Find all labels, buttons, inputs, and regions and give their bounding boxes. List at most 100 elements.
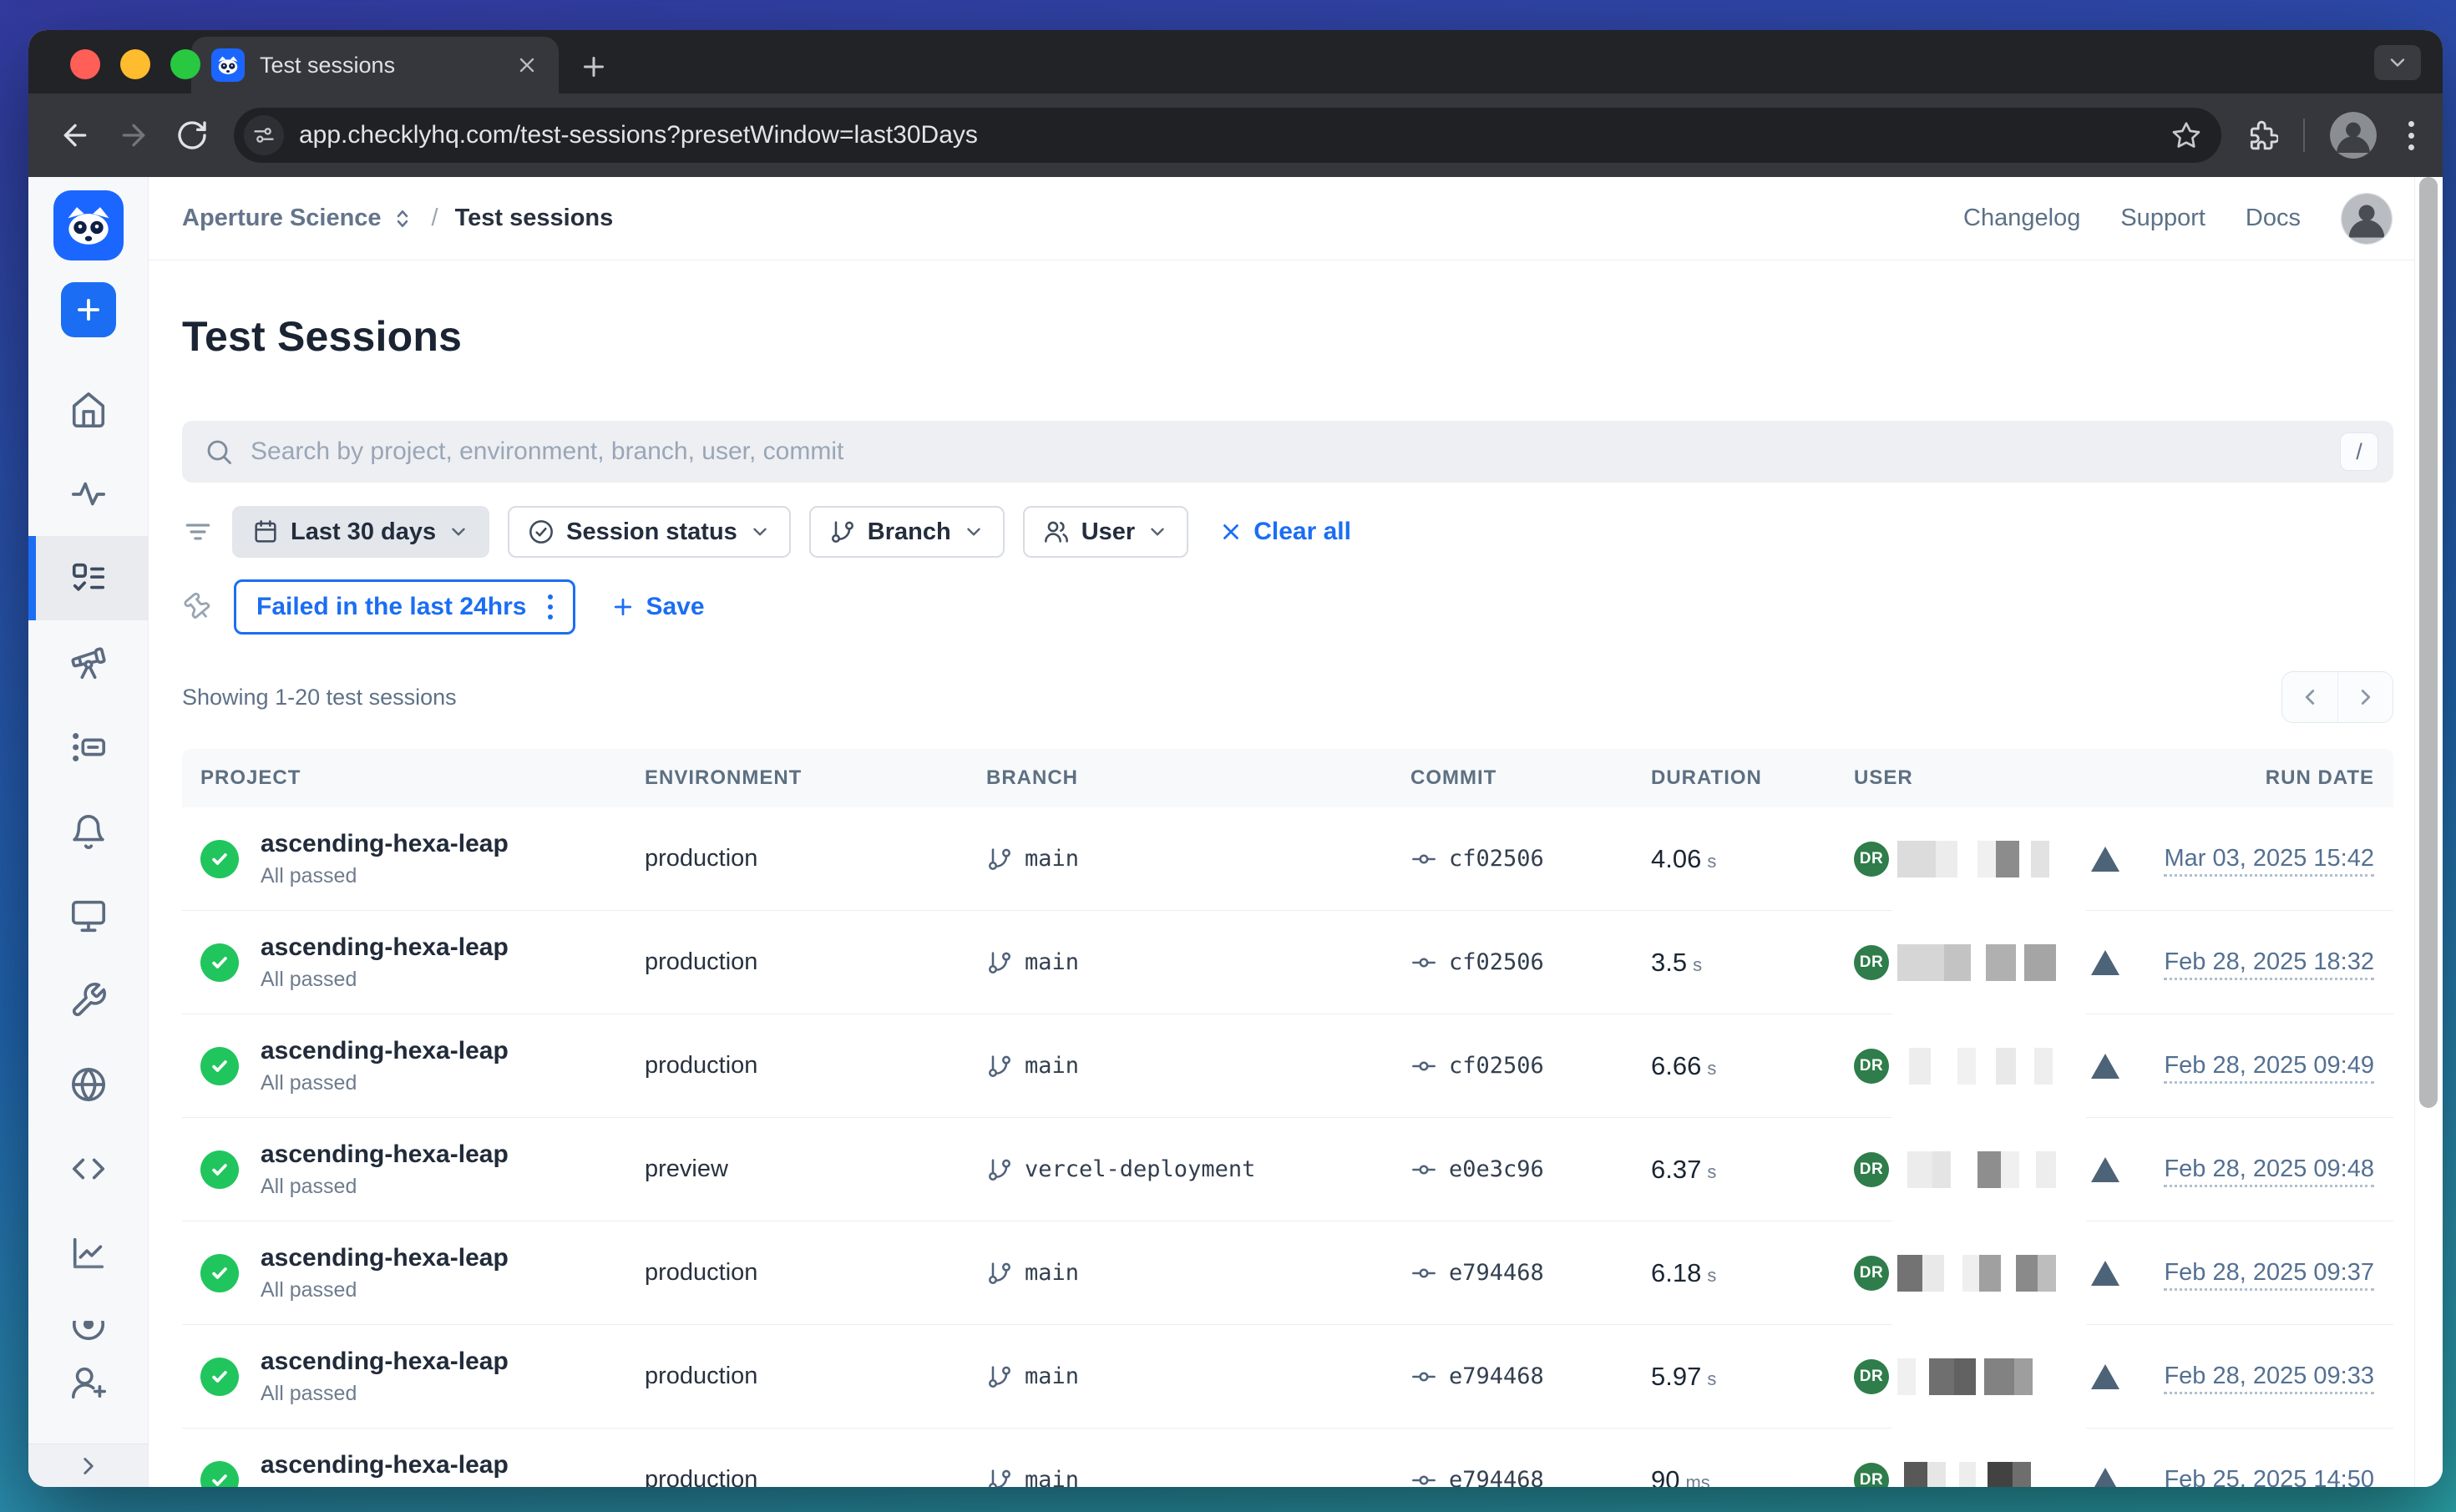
docs-link[interactable]: Docs	[2246, 205, 2301, 232]
extensions-puzzle-icon[interactable]	[2246, 119, 2278, 151]
close-tab-icon[interactable]	[515, 53, 539, 77]
sidebar-nav	[28, 367, 148, 1412]
environment-cell: preview	[645, 1155, 986, 1183]
browser-menu-icon[interactable]	[2402, 121, 2421, 150]
test-sessions-table: PROJECT ENVIRONMENT BRANCH COMMIT DURATI…	[182, 749, 2393, 1487]
sidebar-item-invite-user[interactable]	[28, 1353, 148, 1412]
table-row[interactable]: ascending-hexa-leap All passed productio…	[182, 1325, 2393, 1429]
sidebar-item-home[interactable]	[28, 367, 148, 452]
run-date-link[interactable]: Feb 28, 2025 09:49	[2164, 1052, 2374, 1084]
date-range-filter[interactable]: Last 30 days	[232, 506, 489, 558]
monitor-icon	[69, 897, 108, 935]
sidebar-item-test-sessions[interactable]	[28, 536, 148, 620]
table-row[interactable]: ascending-hexa-leap All passed productio…	[182, 1014, 2393, 1118]
run-date-link[interactable]: Feb 28, 2025 09:37	[2164, 1259, 2374, 1291]
clear-all-button[interactable]: Clear all	[1218, 518, 1351, 546]
new-tab-button[interactable]	[579, 52, 609, 82]
reload-button[interactable]	[175, 119, 209, 152]
run-date-link[interactable]: Mar 03, 2025 15:42	[2164, 845, 2374, 877]
maximize-window-button[interactable]	[170, 49, 200, 79]
back-button[interactable]	[58, 119, 92, 152]
user-profile-avatar[interactable]	[2341, 193, 2393, 245]
search-input[interactable]	[251, 437, 2323, 466]
sidebar-item-targets[interactable]	[28, 1295, 148, 1353]
support-link[interactable]: Support	[2120, 205, 2205, 232]
test-sessions-checklist-icon	[69, 559, 108, 598]
table-row[interactable]: ascending-hexa-leap All passed productio…	[182, 1429, 2393, 1487]
project-name: ascending-hexa-leap	[261, 1451, 509, 1479]
user-avatar: DR	[1854, 945, 1889, 980]
user-name-redaction	[1892, 1221, 2086, 1325]
previous-page-button[interactable]	[2282, 672, 2337, 722]
wrench-icon	[69, 981, 108, 1019]
sidebar-item-maintenance[interactable]	[28, 958, 148, 1042]
column-commit: COMMIT	[1410, 766, 1651, 790]
site-settings-icon[interactable]	[244, 115, 284, 155]
project-cell: ascending-hexa-leap All passed	[200, 830, 645, 888]
run-date-link[interactable]: Feb 28, 2025 09:33	[2164, 1363, 2374, 1394]
run-date-link[interactable]: Feb 28, 2025 18:32	[2164, 948, 2374, 980]
sidebar-item-runtimes[interactable]	[28, 705, 148, 789]
project-name: ascending-hexa-leap	[261, 830, 509, 858]
next-page-button[interactable]	[2337, 672, 2393, 722]
sidebar-item-alerts[interactable]	[28, 789, 148, 873]
run-date-cell: Mar 03, 2025 15:42	[2164, 845, 2374, 872]
sidebar-item-status-pages[interactable]	[28, 873, 148, 958]
redacted-user-name	[1897, 841, 2074, 877]
branch-name: main	[1025, 1260, 1079, 1286]
close-window-button[interactable]	[70, 49, 100, 79]
forward-button[interactable]	[117, 119, 150, 152]
redacted-user-name	[1897, 1151, 2074, 1188]
activity-pulse-icon	[69, 475, 108, 513]
column-duration: DURATION	[1651, 766, 1854, 790]
session-result-text: All passed	[261, 1071, 509, 1095]
branch-name: vercel-deployment	[1025, 1156, 1255, 1182]
org-name: Aperture Science	[182, 205, 382, 232]
tab-search-button[interactable]	[2374, 45, 2421, 80]
save-filter-button[interactable]: Save	[610, 593, 704, 621]
sidebar-expand-button[interactable]	[28, 1444, 148, 1487]
page-scrollbar[interactable]	[2414, 177, 2443, 1487]
minimize-window-button[interactable]	[120, 49, 150, 79]
sidebar-item-private-locations[interactable]	[28, 1042, 148, 1126]
browser-tab[interactable]: Test sessions	[191, 37, 559, 94]
results-meta-row: Showing 1-20 test sessions	[182, 671, 2393, 723]
run-date-link[interactable]: Feb 28, 2025 09:48	[2164, 1155, 2374, 1187]
checkly-logo[interactable]	[53, 187, 124, 264]
duration-cell: 4.06s	[1651, 844, 1854, 874]
saved-filter-menu-icon[interactable]	[543, 591, 558, 623]
user-filter[interactable]: User	[1023, 506, 1189, 558]
create-new-button[interactable]	[61, 282, 116, 337]
table-row[interactable]: ascending-hexa-leap All passed productio…	[182, 807, 2393, 911]
status-passed-icon	[200, 1047, 239, 1085]
table-row[interactable]: ascending-hexa-leap All passed preview v…	[182, 1118, 2393, 1221]
saved-filter-chip[interactable]: Failed in the last 24hrs	[234, 579, 575, 635]
status-passed-icon	[200, 1358, 239, 1396]
sidebar-item-dashboards[interactable]	[28, 1211, 148, 1295]
user-avatar: DR	[1854, 842, 1889, 877]
duration-cell: 6.18s	[1651, 1258, 1854, 1288]
sidebar-item-monitoring[interactable]	[28, 452, 148, 536]
calendar-icon	[252, 518, 279, 545]
sidebar-item-cli[interactable]	[28, 1126, 148, 1211]
table-row[interactable]: ascending-hexa-leap All passed productio…	[182, 1221, 2393, 1325]
changelog-link[interactable]: Changelog	[1963, 205, 2080, 232]
project-name: ascending-hexa-leap	[261, 1348, 509, 1376]
sidebar-bottom	[28, 1444, 148, 1487]
table-row[interactable]: ascending-hexa-leap All passed productio…	[182, 911, 2393, 1014]
branch-filter[interactable]: Branch	[809, 506, 1005, 558]
address-bar[interactable]: app.checklyhq.com/test-sessions?presetWi…	[234, 108, 2221, 163]
status-passed-icon	[200, 1150, 239, 1189]
bookmark-star-icon[interactable]	[2171, 120, 2208, 150]
duration-unit: s	[1707, 1058, 1716, 1079]
browser-profile-avatar[interactable]	[2330, 112, 2377, 159]
org-switcher[interactable]: Aperture Science	[182, 205, 415, 232]
run-date-link[interactable]: Feb 25, 2025 14:50	[2164, 1466, 2374, 1487]
column-project: PROJECT	[200, 766, 645, 790]
search-bar[interactable]: /	[182, 421, 2393, 483]
run-date-cell: Feb 28, 2025 18:32	[2164, 948, 2374, 976]
scrollbar-thumb[interactable]	[2419, 177, 2438, 1108]
sidebar-item-explore[interactable]	[28, 620, 148, 705]
column-environment: ENVIRONMENT	[645, 766, 986, 790]
session-status-filter[interactable]: Session status	[508, 506, 791, 558]
